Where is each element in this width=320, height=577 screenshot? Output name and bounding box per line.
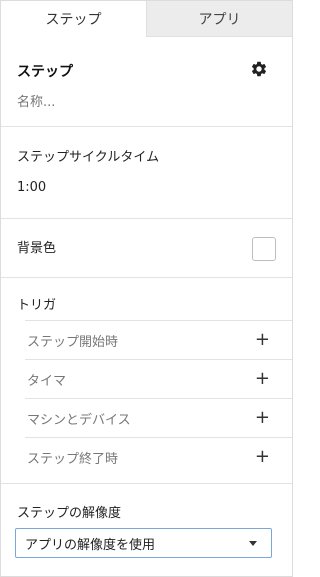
trigger-item-timer[interactable]: タイマ + [25,359,292,398]
trigger-item-step-end[interactable]: ステップ終了時 + [25,437,292,476]
cycle-time-label: ステップサイクルタイム [17,150,160,165]
background-color-label: 背景色 [17,241,57,256]
gear-icon[interactable] [250,60,268,78]
trigger-item-label: ステップ終了時 [27,451,119,467]
tab-step[interactable]: ステップ [1,1,146,37]
add-icon[interactable]: + [255,331,270,349]
background-color-section: 背景色 [1,219,292,278]
add-icon[interactable]: + [255,448,270,466]
add-icon[interactable]: + [255,370,270,388]
trigger-section: トリガ ステップ開始時 + タイマ + マシンとデバイス + ステップ終了時 + [1,278,292,484]
trigger-item-label: ステップ開始時 [27,334,119,350]
add-icon[interactable]: + [255,409,270,427]
background-color-swatch[interactable] [252,237,276,261]
step-title: ステップ [17,64,73,80]
resolution-label: ステップの解像度 [17,506,122,521]
trigger-item-label: タイマ [27,373,67,389]
tab-bar: ステップ アプリ [1,1,292,37]
trigger-item-step-start[interactable]: ステップ開始時 + [25,320,292,359]
caret-down-icon [249,541,257,546]
resolution-select[interactable]: アプリの解像度を使用 [15,528,272,558]
step-properties-panel: ステップ アプリ ステップ ステップサイクルタイム 1:00 背景色 トリガ ス… [0,0,293,577]
cycle-time-section: ステップサイクルタイム 1:00 [1,127,292,219]
trigger-label: トリガ [17,298,57,313]
trigger-item-machines-devices[interactable]: マシンとデバイス + [25,398,292,437]
cycle-time-value[interactable]: 1:00 [17,180,46,195]
step-name-input[interactable] [17,92,257,112]
trigger-item-label: マシンとデバイス [27,412,131,428]
tab-app[interactable]: アプリ [146,1,292,37]
trigger-list: ステップ開始時 + タイマ + マシンとデバイス + ステップ終了時 + [25,320,292,476]
step-name-section: ステップ [1,37,292,127]
resolution-selected-value: アプリの解像度を使用 [25,537,156,553]
